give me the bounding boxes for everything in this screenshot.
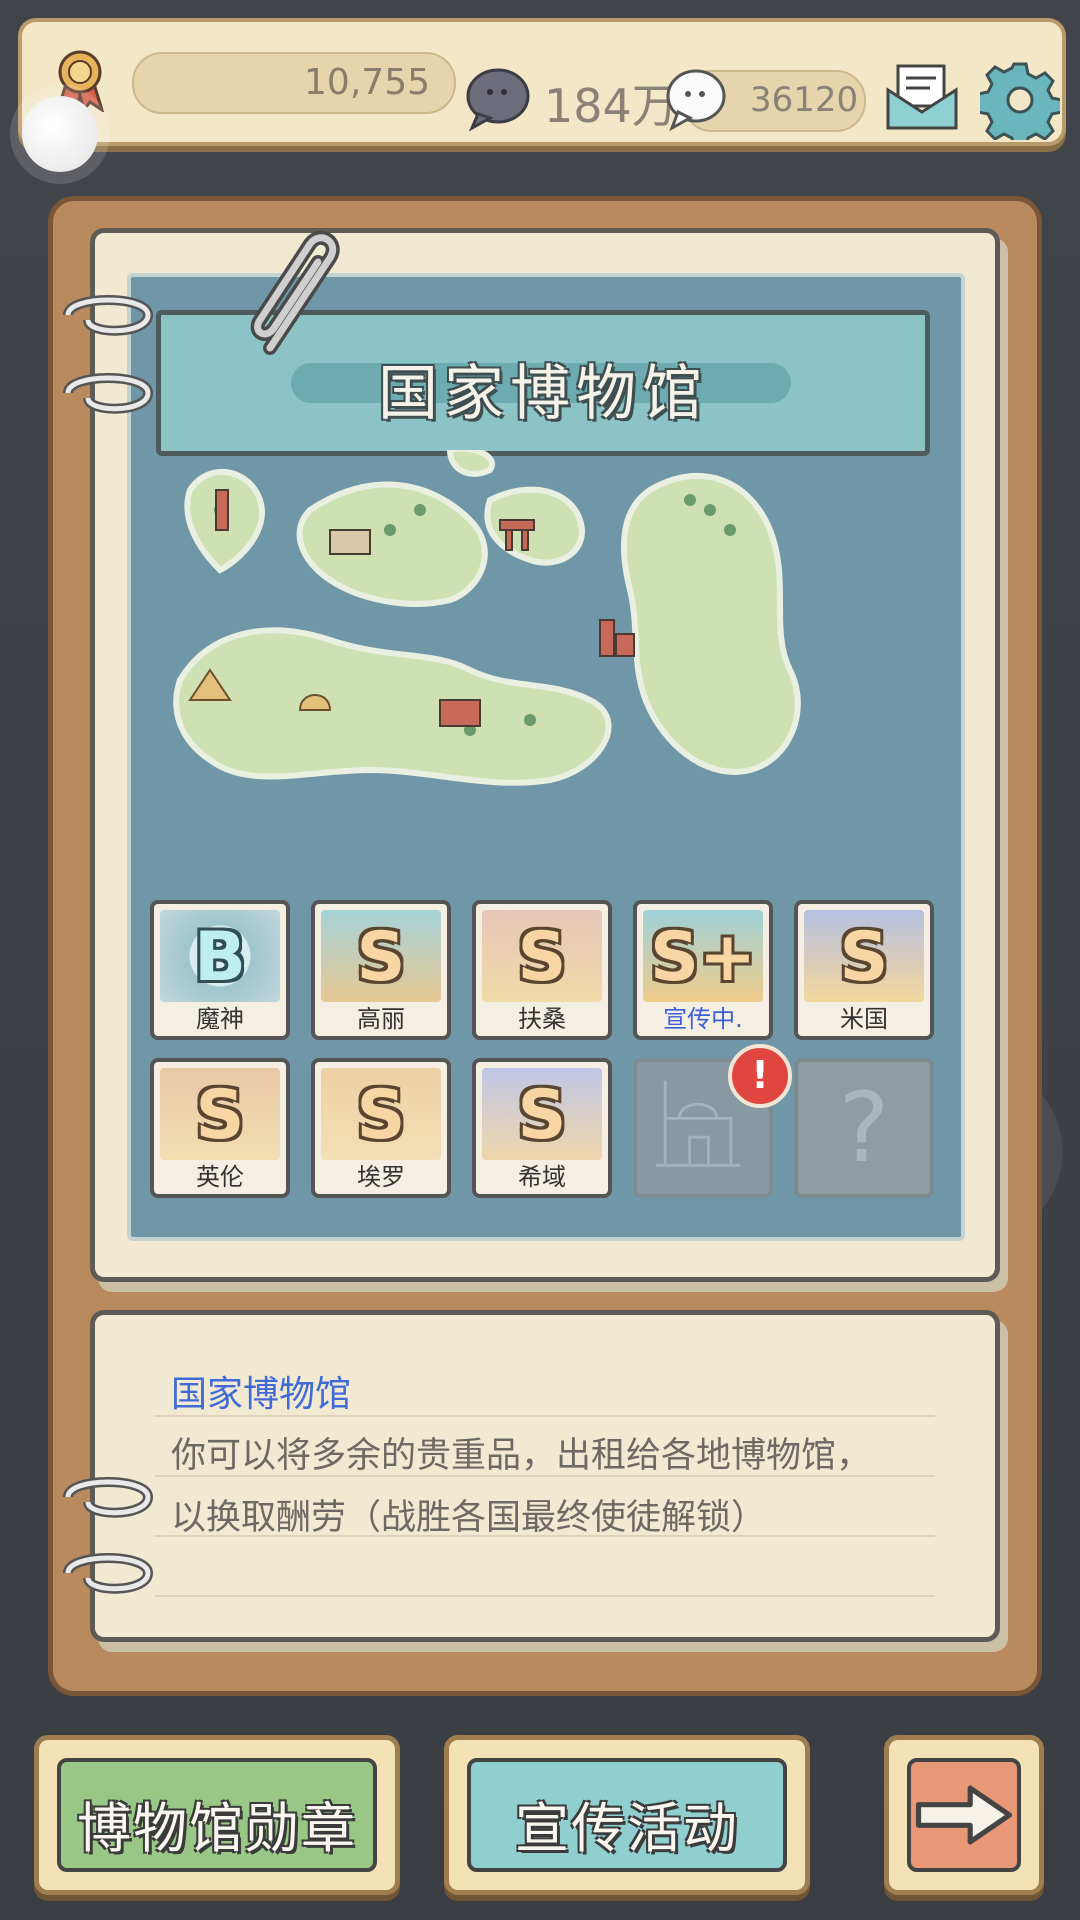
tile-label: 高丽 <box>357 1005 405 1033</box>
country-tile-ailuo[interactable]: S 埃罗 <box>311 1058 451 1198</box>
country-tile-xiyu[interactable]: S 希域 <box>472 1058 612 1198</box>
speech-bubble-light-icon <box>666 69 726 132</box>
tile-label: 埃罗 <box>357 1163 405 1191</box>
floating-assist-button[interactable] <box>22 96 98 172</box>
binder-ring-icon <box>63 1477 154 1518</box>
tile-label: 希域 <box>518 1163 566 1191</box>
country-tile-gaoli[interactable]: S 高丽 <box>311 900 451 1040</box>
tile-grade: S <box>517 1076 567 1155</box>
country-tile-yinglun[interactable]: S 英伦 <box>150 1058 290 1198</box>
country-tile-unknown[interactable]: ? <box>794 1058 934 1198</box>
next-button[interactable] <box>884 1735 1044 1895</box>
tile-grade: S <box>356 918 406 997</box>
description-page: 国家博物馆 你可以将多余的贵重品，出租给各地博物馆， 以换取酬劳（战胜各国最终使… <box>90 1310 1000 1642</box>
museum-medal-button[interactable]: 博物馆勋章 <box>34 1735 400 1895</box>
country-tile-miguo[interactable]: S 米国 <box>794 900 934 1040</box>
country-tile-fusang[interactable]: S 扶桑 <box>472 900 612 1040</box>
tile-grade: S+ <box>650 918 756 997</box>
tile-grade: S <box>195 1076 245 1155</box>
bubble-dark-value: 184万 <box>544 79 678 133</box>
bubble-light-value: 36120 <box>750 80 859 120</box>
tile-label: 米国 <box>840 1005 888 1033</box>
alert-badge: ! <box>728 1044 792 1108</box>
speech-bubble-dark-icon <box>466 68 530 132</box>
coin-counter: 10,755 <box>132 52 456 114</box>
world-map <box>173 450 801 786</box>
description-line-2: 以换取酬劳（战胜各国最终使徒解锁） <box>171 1498 767 1538</box>
country-tile-promoting[interactable]: S+ 宣传中. <box>633 900 773 1040</box>
description-line-1: 你可以将多余的贵重品，出租给各地博物馆， <box>171 1436 872 1476</box>
page-title: 国家博物馆 <box>378 359 708 429</box>
resource-bar: 10,755 184万 36120 <box>18 18 1066 146</box>
country-tile-moshen[interactable]: B 魔神 <box>150 900 290 1040</box>
museum-medal-label: 博物馆勋章 <box>77 1797 357 1860</box>
tile-label: 宣传中. <box>663 1005 743 1033</box>
promotion-button[interactable]: 宣传活动 <box>444 1735 810 1895</box>
promotion-label: 宣传活动 <box>515 1797 739 1860</box>
arrow-right-icon <box>915 1785 1013 1845</box>
description-title: 国家博物馆 <box>171 1374 352 1415</box>
tile-label: 魔神 <box>196 1005 244 1033</box>
coin-value: 10,755 <box>304 62 430 103</box>
tile-grade: S <box>517 918 567 997</box>
tile-grade: S <box>356 1076 406 1155</box>
mail-icon[interactable] <box>884 62 960 132</box>
paperclip-icon <box>250 231 340 355</box>
tile-grade: S <box>839 918 889 997</box>
tile-label: 英伦 <box>196 1163 244 1191</box>
binder-ring-icon <box>63 373 154 414</box>
gear-icon[interactable] <box>980 60 1060 140</box>
question-mark-icon: ? <box>838 1072 890 1184</box>
binder-ring-icon <box>63 295 154 336</box>
tile-label: 扶桑 <box>518 1005 566 1033</box>
tile-grade: B <box>194 918 246 997</box>
binder-ring-icon <box>63 1553 154 1594</box>
divider <box>155 1595 935 1597</box>
